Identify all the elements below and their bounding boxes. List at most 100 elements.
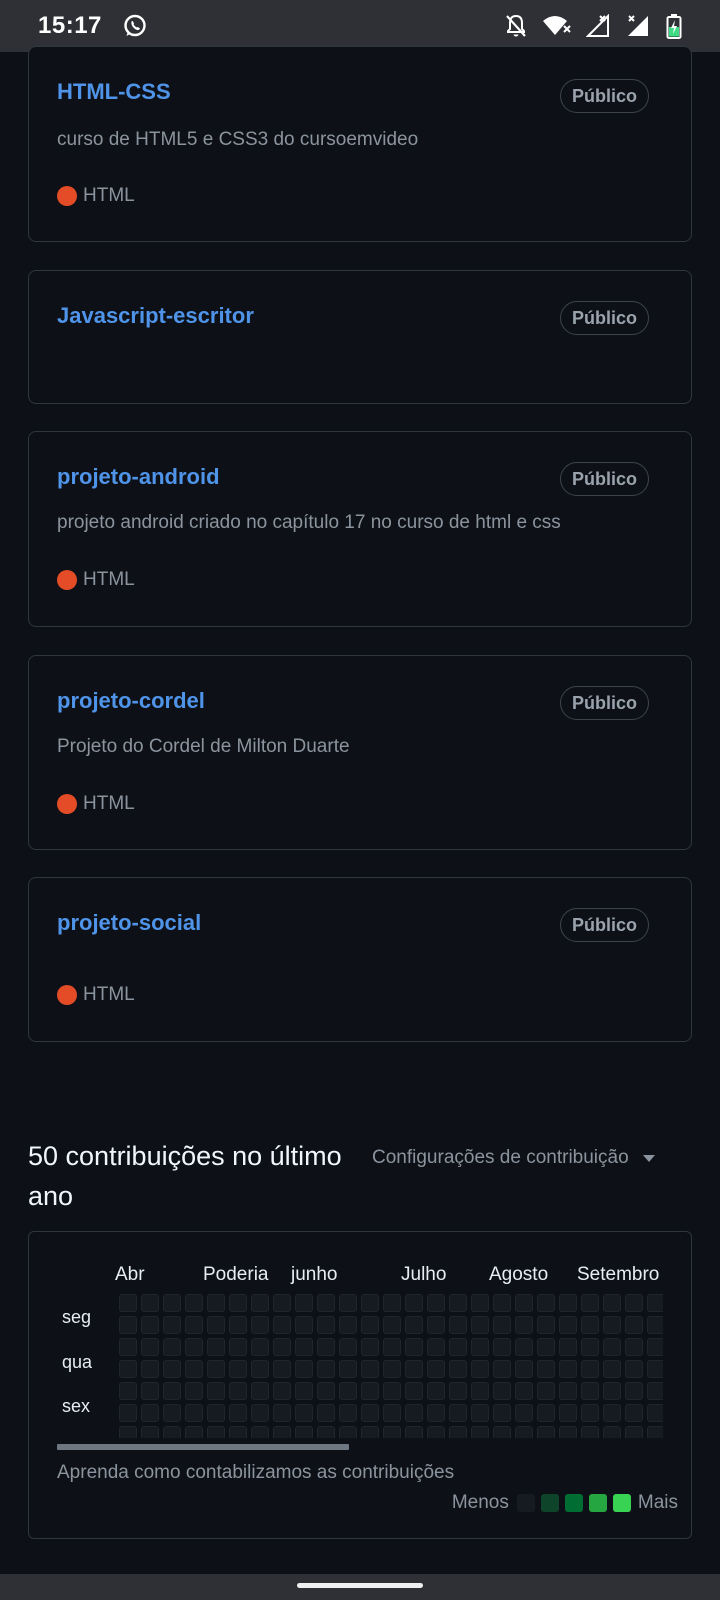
contribution-day-cell[interactable] [141,1382,159,1400]
contribution-day-cell[interactable] [361,1404,379,1422]
contribution-day-cell[interactable] [603,1316,621,1334]
contribution-day-cell[interactable] [207,1404,225,1422]
contribution-day-cell[interactable] [317,1294,335,1312]
contribution-day-cell[interactable] [581,1338,599,1356]
contribution-day-cell[interactable] [471,1426,489,1438]
contribution-day-cell[interactable] [559,1316,577,1334]
contribution-day-cell[interactable] [405,1404,423,1422]
contribution-day-cell[interactable] [559,1360,577,1378]
contribution-day-cell[interactable] [471,1294,489,1312]
contribution-day-cell[interactable] [251,1404,269,1422]
contribution-day-cell[interactable] [449,1360,467,1378]
contribution-day-cell[interactable] [339,1382,357,1400]
contribution-day-cell[interactable] [185,1382,203,1400]
contribution-day-cell[interactable] [185,1404,203,1422]
contribution-day-cell[interactable] [449,1426,467,1438]
contribution-day-cell[interactable] [427,1360,445,1378]
contribution-day-cell[interactable] [647,1316,663,1334]
contribution-day-cell[interactable] [383,1360,401,1378]
contribution-day-cell[interactable] [647,1426,663,1438]
contribution-day-cell[interactable] [405,1294,423,1312]
contribution-day-cell[interactable] [471,1382,489,1400]
contribution-day-cell[interactable] [207,1294,225,1312]
contribution-day-cell[interactable] [317,1360,335,1378]
contribution-day-cell[interactable] [581,1382,599,1400]
contribution-day-cell[interactable] [185,1294,203,1312]
contribution-day-cell[interactable] [317,1382,335,1400]
repo-card-projeto-android[interactable]: projeto-android Público projeto android … [28,431,692,627]
horizontal-scrollbar[interactable] [57,1444,349,1450]
contribution-day-cell[interactable] [273,1382,291,1400]
contribution-day-cell[interactable] [471,1316,489,1334]
contribution-day-cell[interactable] [471,1360,489,1378]
contribution-day-cell[interactable] [119,1404,137,1422]
contribution-day-cell[interactable] [119,1316,137,1334]
contribution-day-cell[interactable] [317,1316,335,1334]
contribution-grid[interactable] [117,1292,663,1438]
contribution-day-cell[interactable] [559,1426,577,1438]
contribution-day-cell[interactable] [207,1426,225,1438]
contribution-day-cell[interactable] [405,1316,423,1334]
contribution-day-cell[interactable] [163,1360,181,1378]
contribution-day-cell[interactable] [405,1426,423,1438]
contribution-day-cell[interactable] [185,1338,203,1356]
contribution-day-cell[interactable] [471,1404,489,1422]
contribution-day-cell[interactable] [273,1404,291,1422]
contribution-day-cell[interactable] [273,1360,291,1378]
contribution-day-cell[interactable] [449,1294,467,1312]
contribution-day-cell[interactable] [581,1316,599,1334]
contribution-day-cell[interactable] [603,1294,621,1312]
contribution-day-cell[interactable] [383,1294,401,1312]
contribution-settings-dropdown[interactable]: Configurações de contribuição [372,1147,655,1169]
contribution-day-cell[interactable] [427,1338,445,1356]
contribution-day-cell[interactable] [383,1316,401,1334]
repo-name-link[interactable]: projeto-cordel [57,688,205,714]
contribution-day-cell[interactable] [229,1360,247,1378]
contribution-day-cell[interactable] [537,1338,555,1356]
contribution-day-cell[interactable] [163,1294,181,1312]
contribution-day-cell[interactable] [625,1382,643,1400]
contribution-day-cell[interactable] [603,1404,621,1422]
contribution-day-cell[interactable] [581,1426,599,1438]
contribution-day-cell[interactable] [185,1426,203,1438]
contribution-day-cell[interactable] [405,1382,423,1400]
contribution-day-cell[interactable] [427,1316,445,1334]
contribution-day-cell[interactable] [493,1360,511,1378]
contribution-day-cell[interactable] [141,1426,159,1438]
contribution-day-cell[interactable] [427,1382,445,1400]
repo-name-link[interactable]: projeto-social [57,910,201,936]
contribution-day-cell[interactable] [339,1316,357,1334]
contribution-day-cell[interactable] [537,1382,555,1400]
contribution-day-cell[interactable] [537,1360,555,1378]
contribution-day-cell[interactable] [515,1316,533,1334]
contribution-day-cell[interactable] [207,1316,225,1334]
contribution-day-cell[interactable] [405,1360,423,1378]
contribution-day-cell[interactable] [361,1382,379,1400]
contribution-day-cell[interactable] [537,1316,555,1334]
contribution-day-cell[interactable] [163,1338,181,1356]
repo-card-projeto-cordel[interactable]: projeto-cordel Público Projeto do Cordel… [28,655,692,850]
contribution-day-cell[interactable] [603,1426,621,1438]
contribution-day-cell[interactable] [295,1316,313,1334]
contribution-day-cell[interactable] [295,1294,313,1312]
contribution-day-cell[interactable] [581,1404,599,1422]
contribution-day-cell[interactable] [251,1338,269,1356]
contribution-day-cell[interactable] [515,1426,533,1438]
contribution-day-cell[interactable] [625,1338,643,1356]
contribution-day-cell[interactable] [185,1316,203,1334]
home-gesture-handle[interactable] [297,1583,423,1588]
contribution-day-cell[interactable] [339,1426,357,1438]
contribution-day-cell[interactable] [449,1316,467,1334]
contribution-day-cell[interactable] [119,1294,137,1312]
contribution-day-cell[interactable] [647,1404,663,1422]
contribution-day-cell[interactable] [625,1426,643,1438]
contribution-day-cell[interactable] [229,1294,247,1312]
contribution-day-cell[interactable] [185,1360,203,1378]
contribution-day-cell[interactable] [317,1404,335,1422]
contribution-day-cell[interactable] [493,1404,511,1422]
contribution-day-cell[interactable] [603,1338,621,1356]
contribution-day-cell[interactable] [207,1360,225,1378]
contribution-day-cell[interactable] [493,1316,511,1334]
contribution-day-cell[interactable] [515,1404,533,1422]
contribution-day-cell[interactable] [515,1382,533,1400]
